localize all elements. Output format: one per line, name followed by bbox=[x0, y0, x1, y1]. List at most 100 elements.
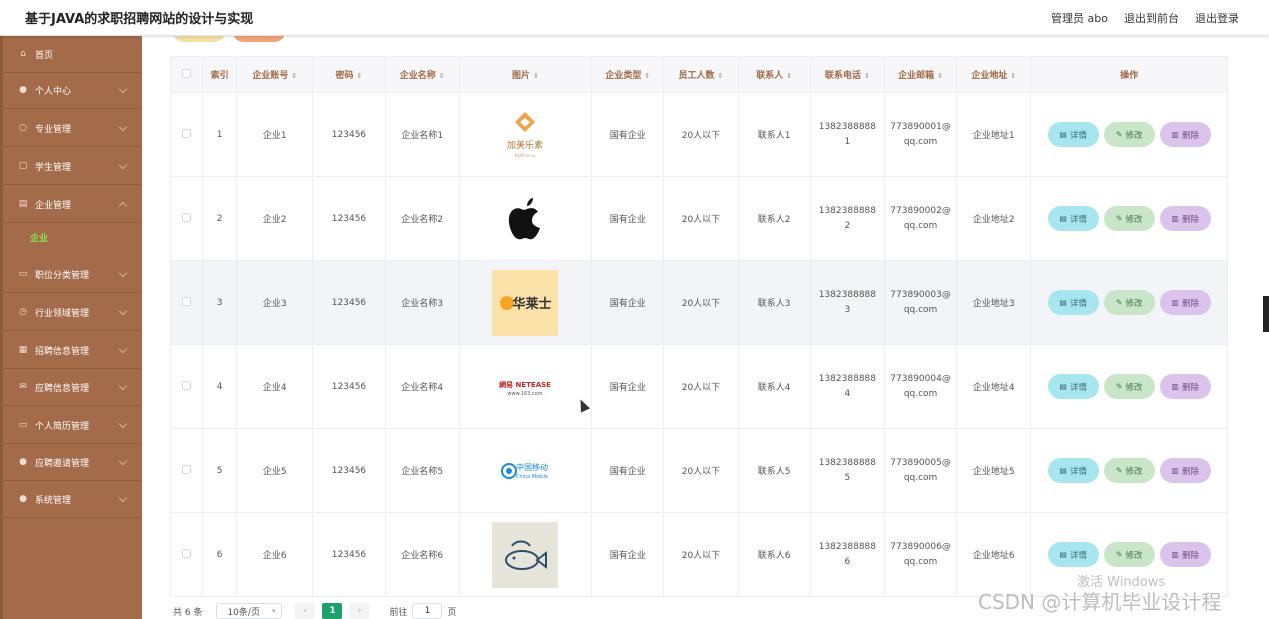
company-logo-image[interactable] bbox=[492, 186, 558, 252]
delete-button[interactable]: ▥ 删除 bbox=[1159, 542, 1211, 567]
trash-icon: ▥ bbox=[1171, 550, 1179, 559]
select-all-checkbox[interactable] bbox=[182, 68, 192, 78]
sidebar-item-2[interactable]: ● 个人中心 bbox=[3, 72, 142, 109]
row-checkbox[interactable] bbox=[182, 212, 192, 222]
sidebar-item-9[interactable]: ✉ 应聘信息管理 bbox=[3, 369, 142, 406]
header-password[interactable]: 密码 ⇕ bbox=[312, 56, 386, 93]
edit-button[interactable]: ✎ 修改 bbox=[1103, 374, 1155, 399]
sidebar-item-11[interactable]: ● 应聘邀请管理 bbox=[3, 444, 142, 481]
row-checkbox[interactable] bbox=[182, 296, 192, 306]
detail-button[interactable]: ▤ 详情 bbox=[1047, 290, 1099, 315]
delete-button[interactable]: ▥ 删除 bbox=[1159, 206, 1211, 231]
cell-index: 3 bbox=[202, 260, 238, 345]
circle-icon: ○ bbox=[19, 123, 27, 133]
goto-page-input[interactable]: 1 bbox=[412, 603, 443, 619]
header-image[interactable]: 图片 ⇕ bbox=[458, 56, 593, 93]
sidebar-item-5[interactable]: ▤ 企业管理 bbox=[3, 186, 142, 223]
header-name[interactable]: 企业名称 ⇕ bbox=[384, 56, 460, 93]
company-logo-image[interactable]: 加美乐素 KAMI·le·su bbox=[492, 102, 558, 168]
enterprise-table: 索引 企业账号 ⇕ 密码 ⇕ 企业名称 ⇕ 图片 ⇕ 企业类型 ⇕ 员工人数 ⇕ 联系人 ⇕ … bbox=[169, 56, 1228, 597]
sidebar-item-label: 职位分类管理 bbox=[35, 270, 90, 281]
sort-icon[interactable]: ⇕ bbox=[439, 72, 445, 80]
row-checkbox[interactable] bbox=[182, 464, 192, 474]
row-select-cell[interactable] bbox=[169, 428, 204, 513]
row-checkbox[interactable] bbox=[182, 548, 192, 558]
chat-icon: ▭ bbox=[18, 269, 28, 279]
sort-icon[interactable]: ⇕ bbox=[644, 72, 650, 80]
table-row[interactable]: 6 企业6 123456 企业名称6 国有企业 20人以下 联系人6 1382388888 6 7… bbox=[169, 512, 1228, 597]
mail-icon: ✉ bbox=[19, 382, 27, 392]
sort-icon[interactable]: ⇕ bbox=[291, 72, 297, 80]
sort-icon[interactable]: ⇕ bbox=[1010, 72, 1016, 80]
edit-button[interactable]: ✎ 修改 bbox=[1103, 290, 1155, 315]
phone-line-2: 2 bbox=[844, 220, 851, 231]
detail-button[interactable]: ▤ 详情 bbox=[1047, 542, 1099, 567]
delete-button[interactable]: ▥ 删除 bbox=[1159, 290, 1211, 315]
edit-button[interactable]: ✎ 修改 bbox=[1103, 122, 1155, 147]
page-size-select[interactable]: 10条/页 ▾ bbox=[216, 603, 283, 619]
sort-icon[interactable]: ⇕ bbox=[533, 72, 539, 80]
delete-button[interactable]: ▥ 删除 bbox=[1159, 122, 1211, 147]
header-contact[interactable]: 联系人 ⇕ bbox=[737, 56, 811, 93]
header-address[interactable]: 企业地址 ⇕ bbox=[956, 56, 1032, 93]
prev-page-button[interactable]: ‹ bbox=[295, 603, 316, 619]
row-select-cell[interactable] bbox=[169, 260, 204, 345]
edit-button[interactable]: ✎ 修改 bbox=[1103, 542, 1155, 567]
document-icon: ▤ bbox=[1059, 466, 1067, 475]
row-select-cell[interactable] bbox=[169, 92, 204, 177]
company-logo-image[interactable] bbox=[492, 521, 559, 588]
row-checkbox[interactable] bbox=[182, 128, 192, 138]
sidebar-item-10[interactable]: ▭ 个人简历管理 bbox=[3, 407, 142, 444]
company-logo-image[interactable]: 华莱士 bbox=[492, 269, 559, 336]
header-staff[interactable]: 员工人数 ⇕ bbox=[663, 56, 739, 93]
row-select-cell[interactable] bbox=[169, 512, 204, 597]
company-logo-image[interactable]: 中国移动 China Mobile bbox=[492, 438, 558, 504]
sidebar-item-6[interactable]: ▭ 职位分类管理 bbox=[3, 256, 142, 293]
page-number-button[interactable]: 1 bbox=[322, 603, 343, 619]
table-row[interactable]: 3 企业3 123456 企业名称3 华莱士 国有企业 20人以下 联系人3 138238888… bbox=[169, 260, 1228, 345]
edit-button[interactable]: ✎ 修改 bbox=[1103, 458, 1155, 483]
row-select-cell[interactable] bbox=[169, 176, 204, 261]
scrollbar-thumb[interactable] bbox=[1263, 296, 1269, 332]
sort-icon[interactable]: ⇕ bbox=[357, 72, 363, 80]
admin-user-label[interactable]: 管理员 abo bbox=[1051, 10, 1108, 26]
sort-icon[interactable]: ⇕ bbox=[937, 72, 943, 80]
sort-icon[interactable]: ⇕ bbox=[718, 72, 724, 80]
table-row[interactable]: 4 企业4 123456 企业名称4 網易 NETEASE www.163.com 国有企业… bbox=[169, 344, 1228, 429]
table-row[interactable]: 1 企业1 123456 企业名称1 加美乐素 KAMI·le·su 国有企业 20人以下 联系… bbox=[169, 92, 1228, 177]
header-email[interactable]: 企业邮箱 ⇕ bbox=[883, 56, 958, 93]
sort-icon[interactable]: ⇕ bbox=[864, 72, 870, 80]
sidebar-item-7[interactable]: ◷ 行业领域管理 bbox=[3, 294, 142, 331]
sidebar-item-3[interactable]: ○ 专业管理 bbox=[3, 110, 142, 147]
next-page-button[interactable]: › bbox=[349, 603, 370, 619]
header-account[interactable]: 企业账号 ⇕ bbox=[236, 56, 314, 93]
cell-phone: 1382388888 4 bbox=[809, 344, 885, 429]
cell-phone: 1382388888 3 bbox=[809, 260, 885, 345]
select-all-cell[interactable] bbox=[169, 56, 204, 93]
sidebar-item-1[interactable]: ⌂ 首页 bbox=[3, 36, 142, 73]
trash-icon: ▥ bbox=[1171, 382, 1179, 391]
sort-icon[interactable]: ⇕ bbox=[786, 72, 792, 80]
header-phone[interactable]: 联系电话 ⇕ bbox=[809, 56, 885, 93]
cell-staff: 20人以下 bbox=[663, 512, 739, 597]
logout-link[interactable]: 退出登录 bbox=[1195, 10, 1239, 26]
back-to-front-link[interactable]: 退出到前台 bbox=[1124, 10, 1179, 26]
edit-button[interactable]: ✎ 修改 bbox=[1103, 206, 1155, 231]
detail-button[interactable]: ▤ 详情 bbox=[1047, 122, 1099, 147]
row-checkbox[interactable] bbox=[182, 380, 192, 390]
row-select-cell[interactable] bbox=[169, 344, 204, 429]
sidebar-item-12[interactable]: ● 系统管理 bbox=[3, 481, 142, 518]
table-row[interactable]: 5 企业5 123456 企业名称5 中国移动 China Mobile 国有企业 20人以下… bbox=[169, 428, 1228, 513]
header-type[interactable]: 企业类型 ⇕ bbox=[591, 56, 665, 93]
detail-button[interactable]: ▤ 详情 bbox=[1047, 374, 1099, 399]
sidebar-item-label: 应聘信息管理 bbox=[35, 383, 90, 394]
delete-button[interactable]: ▥ 删除 bbox=[1159, 458, 1211, 483]
table-row[interactable]: 2 企业2 123456 企业名称2 国有企业 20人以下 联系人2 1382388888 2 7… bbox=[169, 176, 1228, 261]
sidebar-item-8[interactable]: ▦ 招聘信息管理 bbox=[3, 332, 142, 369]
company-logo-image[interactable]: 網易 NETEASE www.163.com bbox=[492, 354, 558, 420]
delete-button[interactable]: ▥ 删除 bbox=[1159, 374, 1211, 399]
sidebar-subitem-enterprise[interactable]: 企业 bbox=[3, 223, 142, 255]
detail-button[interactable]: ▤ 详情 bbox=[1047, 458, 1099, 483]
sidebar-item-4[interactable]: ▢ 学生管理 bbox=[3, 148, 142, 185]
detail-button[interactable]: ▤ 详情 bbox=[1047, 206, 1099, 231]
